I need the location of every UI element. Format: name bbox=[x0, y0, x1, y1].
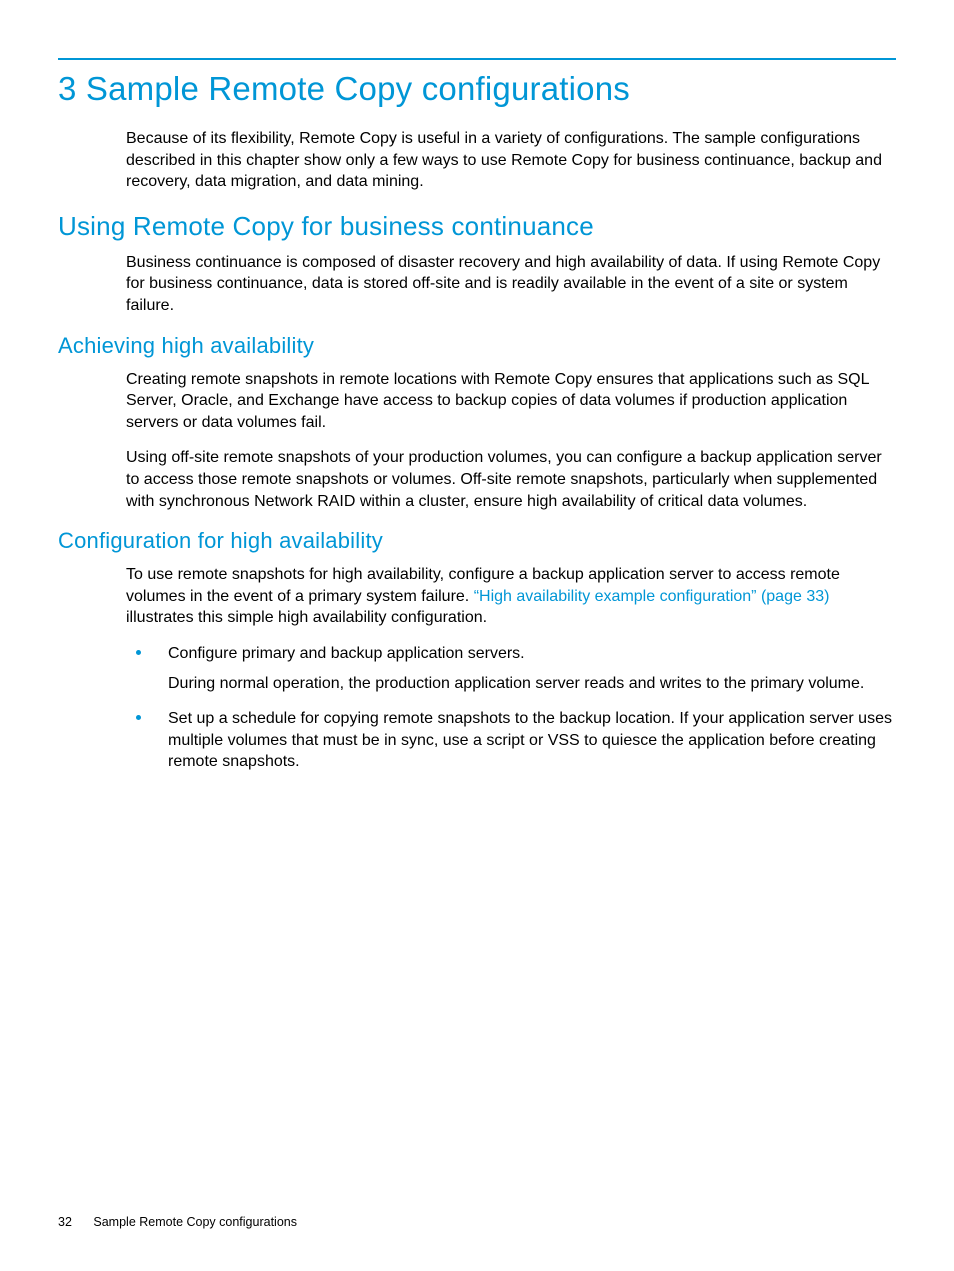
config-ha-bullet-list: Configure primary and backup application… bbox=[126, 643, 896, 773]
section-heading-business-continuance: Using Remote Copy for business continuan… bbox=[58, 211, 896, 242]
bullet-text-1: Configure primary and backup application… bbox=[168, 643, 896, 665]
link-ha-example-config[interactable]: “High availability example configuration… bbox=[474, 588, 830, 605]
footer-section-label: Sample Remote Copy configurations bbox=[93, 1215, 297, 1229]
section-body-config-ha-intro: To use remote snapshots for high availab… bbox=[126, 564, 896, 629]
top-rule bbox=[58, 58, 896, 60]
section-body-ha-2: Using off-site remote snapshots of your … bbox=[126, 447, 896, 512]
page-content: 3 Sample Remote Copy configurations Beca… bbox=[0, 0, 954, 773]
section-heading-high-availability: Achieving high availability bbox=[58, 333, 896, 359]
chapter-intro: Because of its flexibility, Remote Copy … bbox=[126, 128, 896, 193]
page-footer: 32 Sample Remote Copy configurations bbox=[58, 1215, 297, 1229]
list-item: Set up a schedule for copying remote sna… bbox=[126, 708, 896, 773]
chapter-title: 3 Sample Remote Copy configurations bbox=[58, 70, 896, 108]
config-ha-intro-post: illustrates this simple high availabilit… bbox=[126, 609, 487, 626]
bullet-sub-1: During normal operation, the production … bbox=[168, 673, 896, 695]
list-item: Configure primary and backup application… bbox=[126, 643, 896, 694]
section-body-ha-1: Creating remote snapshots in remote loca… bbox=[126, 369, 896, 434]
footer-page-number: 32 bbox=[58, 1215, 72, 1229]
bullet-icon bbox=[136, 715, 141, 720]
section-heading-config-ha: Configuration for high availability bbox=[58, 528, 896, 554]
bullet-text-2: Set up a schedule for copying remote sna… bbox=[168, 708, 896, 773]
section-body-business-continuance: Business continuance is composed of disa… bbox=[126, 252, 896, 317]
bullet-icon bbox=[136, 650, 141, 655]
